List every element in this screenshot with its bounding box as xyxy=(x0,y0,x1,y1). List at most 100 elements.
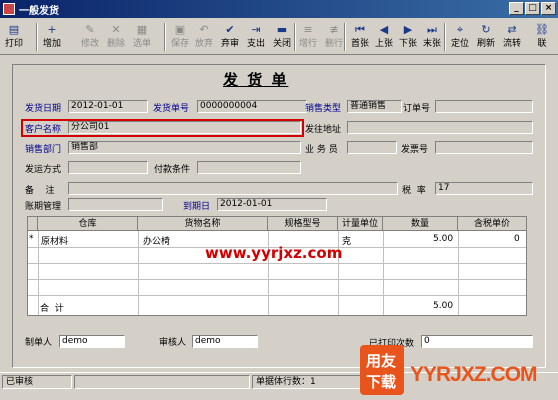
app-icon xyxy=(3,3,15,15)
toolbar-separator xyxy=(344,23,346,51)
flow-icon: ⇄ xyxy=(507,23,517,36)
toolbar-button-label: 首张 xyxy=(350,39,369,49)
save-icon: ▣ xyxy=(174,23,186,36)
ship-date-field[interactable]: 2012-01-01 xyxy=(68,100,148,113)
col-header-goods[interactable]: 货物名称 xyxy=(138,217,268,231)
ship-method-field[interactable] xyxy=(68,161,148,174)
toolbar-button-label: 增加 xyxy=(42,39,61,49)
period-field[interactable] xyxy=(68,198,163,211)
maker-label: 制单人 xyxy=(25,338,53,348)
toolbar-button-5[interactable]: ▣ 保存 xyxy=(168,21,192,53)
toolbar-button-14[interactable]: ▶ 下张 xyxy=(396,21,420,53)
due-label: 到期日 xyxy=(183,202,211,212)
printer-icon: ▤ xyxy=(8,23,20,36)
toolbar-button-label: 末张 xyxy=(422,39,441,49)
toolbar-separator xyxy=(294,23,296,51)
tax-label: 税 率 xyxy=(402,186,426,196)
toolbar-button-19[interactable]: ⛓ 联 xyxy=(530,21,554,53)
title-bar: 一般发货 _ □ × xyxy=(0,0,558,18)
toolbar-button-label: 关闭 xyxy=(272,39,291,49)
invoice-field[interactable] xyxy=(435,141,533,154)
ship-addr-field[interactable] xyxy=(347,121,533,134)
grid-corner xyxy=(28,217,38,231)
remark-field[interactable] xyxy=(68,182,398,195)
toolbar-button-label: 删除 xyxy=(106,39,125,49)
order-no-label: 订单号 xyxy=(403,104,431,114)
col-header-qty[interactable]: 数量 xyxy=(383,217,458,231)
logo-text-top: 用友 xyxy=(366,352,397,370)
close-button[interactable]: × xyxy=(541,2,556,15)
maker-field: demo xyxy=(59,335,125,348)
grid-line xyxy=(28,295,526,296)
cell-price[interactable]: 0 xyxy=(514,234,520,244)
toolbar-button-label: 选单 xyxy=(132,39,151,49)
payment-field[interactable] xyxy=(197,161,301,174)
toolbar-button-10[interactable]: ≡ 增行 xyxy=(296,21,320,53)
col-header-warehouse[interactable]: 仓库 xyxy=(38,217,138,231)
logo-domain: YYRJXZ.COM xyxy=(410,363,538,386)
ship-no-field[interactable]: 0000000004 xyxy=(197,100,307,113)
next-icon: ▶ xyxy=(403,23,413,36)
link-icon: ⛓ xyxy=(535,23,549,36)
cell-goods[interactable]: 办公椅 xyxy=(143,234,170,247)
expense-icon: ⇥ xyxy=(251,23,261,36)
toolbar-separator xyxy=(444,23,446,51)
toolbar-button-12[interactable]: ⏮ 首张 xyxy=(348,21,372,53)
cell-qty[interactable]: 5.00 xyxy=(433,234,453,244)
toolbar-button-9[interactable]: ▬ 关闭 xyxy=(270,21,294,53)
locate-icon: ⌖ xyxy=(456,23,464,36)
tax-field[interactable]: 17 xyxy=(435,182,533,195)
watermark-url: www.yyrjxz.com xyxy=(205,244,343,262)
grid-line xyxy=(383,231,384,315)
ship-method-label: 发运方式 xyxy=(25,165,62,175)
toolbar-button-label: 联 xyxy=(537,39,547,49)
logo-text-bottom: 下载 xyxy=(366,373,397,391)
cell-unit[interactable]: 克 xyxy=(342,234,351,247)
toolbar-separator xyxy=(164,23,166,51)
total-label: 合 计 xyxy=(40,304,64,314)
toolbar-button-8[interactable]: ⇥ 支出 xyxy=(244,21,268,53)
toolbar-button-0[interactable]: ▤ 打印 xyxy=(2,21,26,53)
maximize-button[interactable]: □ xyxy=(525,2,540,15)
grid-line xyxy=(28,279,526,280)
due-field[interactable]: 2012-01-01 xyxy=(217,198,327,211)
cell-warehouse[interactable]: 原材料 xyxy=(41,234,68,247)
detail-grid[interactable]: 仓库 货物名称 规格型号 计量单位 数量 含税单价 * 原材料 办公椅 克 5.… xyxy=(27,216,527,316)
sales-type-field[interactable]: 普通销售 xyxy=(347,100,402,113)
toolbar-button-15[interactable]: ⏭ 末张 xyxy=(420,21,444,53)
sales-type-label: 销售类型 xyxy=(305,104,342,114)
customer-field[interactable]: 分公司01 xyxy=(68,121,301,134)
toolbar-button-label: 刷新 xyxy=(476,39,495,49)
toolbar-button-11[interactable]: ≢ 删行 xyxy=(322,21,346,53)
grid-line xyxy=(38,231,39,315)
toolbar-button-7[interactable]: ✔ 弃审 xyxy=(218,21,242,53)
undo-icon: ↶ xyxy=(199,23,209,36)
toolbar-button-6[interactable]: ↶ 放弃 xyxy=(192,21,216,53)
toolbar-button-1[interactable]: + 增加 xyxy=(40,21,64,53)
toolbar-button-label: 定位 xyxy=(450,39,469,49)
first-icon: ⏮ xyxy=(355,23,365,36)
toolbar-button-2[interactable]: ✎ 修改 xyxy=(78,21,102,53)
ship-date-label: 发货日期 xyxy=(25,104,62,114)
reviewer-field: demo xyxy=(192,335,258,348)
toolbar-button-label: 保存 xyxy=(170,39,189,49)
dept-field[interactable]: 销售部 xyxy=(68,141,301,154)
toolbar-button-13[interactable]: ◀ 上张 xyxy=(372,21,396,53)
minimize-button[interactable]: _ xyxy=(509,2,524,15)
toolbar-button-18[interactable]: ⇄ 流转 xyxy=(500,21,524,53)
dept-label: 销售部门 xyxy=(25,145,62,155)
salesman-field[interactable] xyxy=(347,141,397,154)
toolbar-button-16[interactable]: ⌖ 定位 xyxy=(448,21,472,53)
payment-label: 付款条件 xyxy=(154,165,191,175)
invoice-label: 发票号 xyxy=(401,145,429,155)
toolbar-button-17[interactable]: ↻ 刷新 xyxy=(474,21,498,53)
toolbar-button-4[interactable]: ▦ 选单 xyxy=(130,21,154,53)
toolbar-button-3[interactable]: ✕ 删除 xyxy=(104,21,128,53)
col-header-price[interactable]: 含税单价 xyxy=(458,217,526,231)
salesman-label: 业 务 员 xyxy=(305,145,338,155)
order-no-field[interactable] xyxy=(435,100,533,113)
col-header-spec[interactable]: 规格型号 xyxy=(268,217,338,231)
refresh-icon: ↻ xyxy=(481,23,491,36)
col-header-unit[interactable]: 计量单位 xyxy=(338,217,383,231)
status-empty xyxy=(74,375,250,389)
